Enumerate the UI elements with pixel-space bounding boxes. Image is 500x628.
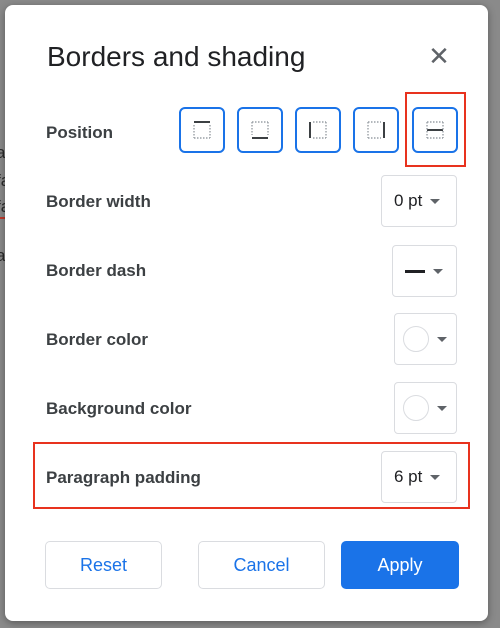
border-bottom-button[interactable]	[237, 107, 283, 153]
border-right-button[interactable]	[353, 107, 399, 153]
border-left-button[interactable]	[295, 107, 341, 153]
border-dash-label: Border dash	[46, 261, 147, 280]
borders-and-shading-dialog: Borders and shading ✕ Position Border wi…	[5, 5, 488, 621]
border-left-icon	[309, 121, 327, 139]
border-color-dropdown[interactable]	[394, 313, 457, 365]
apply-button[interactable]: Apply	[341, 541, 459, 589]
border-top-button[interactable]	[179, 107, 225, 153]
color-swatch	[403, 326, 429, 352]
border-dash-dropdown[interactable]	[392, 245, 457, 297]
border-top-icon	[193, 121, 211, 139]
chevron-down-icon	[437, 336, 447, 342]
border-between-icon	[426, 121, 444, 139]
border-width-label: Border width	[46, 192, 151, 211]
cancel-button[interactable]: Cancel	[198, 541, 325, 589]
paragraph-padding-label: Paragraph padding	[46, 468, 201, 487]
border-color-label: Border color	[46, 330, 149, 349]
dialog-title: Borders and shading	[47, 41, 306, 72]
close-icon[interactable]: ✕	[425, 43, 453, 71]
paragraph-padding-dropdown[interactable]: 6 pt	[381, 451, 457, 503]
reset-button[interactable]: Reset	[45, 541, 162, 589]
chevron-down-icon	[430, 198, 441, 204]
paragraph-padding-value: 6 pt	[394, 467, 423, 486]
position-label: Position	[46, 123, 114, 142]
background-color-label: Background color	[46, 399, 192, 418]
chevron-down-icon	[430, 474, 441, 480]
color-swatch	[403, 395, 429, 421]
solid-line-icon	[405, 269, 425, 273]
border-width-value: 0 pt	[394, 191, 423, 210]
border-width-dropdown[interactable]: 0 pt	[381, 175, 457, 227]
background-color-dropdown[interactable]	[394, 382, 457, 434]
border-right-icon	[367, 121, 385, 139]
border-bottom-icon	[251, 121, 269, 139]
chevron-down-icon	[437, 405, 447, 411]
border-between-button[interactable]	[412, 107, 458, 153]
chevron-down-icon	[433, 268, 443, 274]
